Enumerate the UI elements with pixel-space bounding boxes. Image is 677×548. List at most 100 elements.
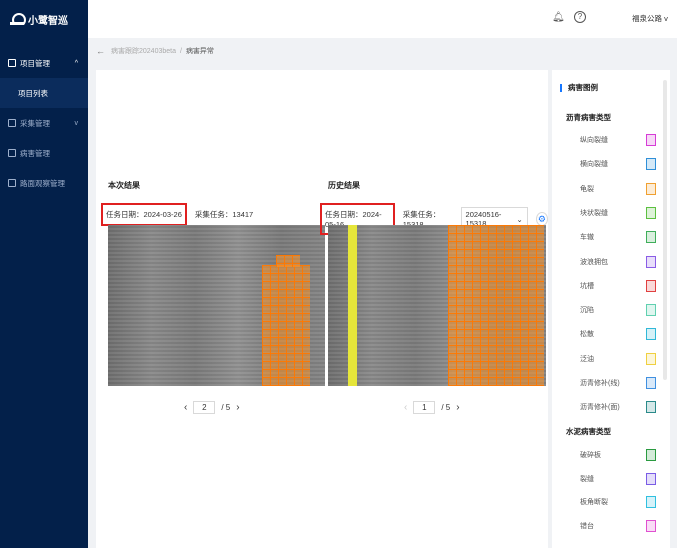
legend-item-label: 横向裂缝 xyxy=(580,161,608,169)
app-logo: 小鹭智巡 xyxy=(0,0,88,38)
history-result-title: 历史结果 xyxy=(328,181,360,190)
settings-icon[interactable]: ⚙ xyxy=(535,212,548,226)
comparison-panel: 本次结果 任务日期：2024-03-26 采集任务：13417 ‹ 2 / 5 … xyxy=(96,70,548,548)
legend-swatch-icon xyxy=(646,279,656,292)
legend-item-label: 纵向裂缝 xyxy=(580,137,608,144)
bell-icon[interactable]: 🔔︎ xyxy=(552,12,565,23)
legend-scrollbar[interactable] xyxy=(663,80,667,380)
legend-item: 松散 xyxy=(580,328,656,341)
legend-item-label: 裂缝 xyxy=(580,475,594,483)
legend-item: 车辙 xyxy=(580,231,656,244)
document-icon xyxy=(8,179,16,187)
current-result-title: 本次结果 xyxy=(108,181,140,190)
legend-swatch-icon xyxy=(646,231,656,244)
sidebar-item-project-list[interactable]: 项目列表 xyxy=(0,78,88,108)
legend-swatch-icon xyxy=(646,401,656,414)
defect-overlay[interactable] xyxy=(276,255,300,267)
legend-swatch-icon xyxy=(646,134,656,146)
current-page-total: / 5 xyxy=(221,403,231,412)
sidebar-item-project-management[interactable]: 项目管理 ^ xyxy=(0,48,88,78)
defect-overlay[interactable] xyxy=(262,265,310,386)
legend-item: 沥青修补(面) xyxy=(580,401,656,414)
legend-item: 横向裂缝 xyxy=(580,158,656,171)
sidebar-item-label: 项目管理 xyxy=(20,58,50,68)
legend-item-label: 泛油 xyxy=(580,355,594,363)
legend-item: 板角断裂 xyxy=(580,496,656,508)
sidebar-item-label: 采集管理 xyxy=(20,118,50,128)
chevron-up-icon: ^ xyxy=(74,59,78,67)
legend-swatch-icon xyxy=(646,182,656,195)
breadcrumb: ← 病害跟踪202403beta / 病害异常 xyxy=(96,46,214,56)
current-page-input[interactable]: 2 xyxy=(193,401,216,414)
legend-item: 块状裂缝 xyxy=(580,206,656,219)
legend-swatch-icon xyxy=(646,304,656,317)
defect-overlay[interactable] xyxy=(448,225,544,386)
legend-title: 病害图例 xyxy=(560,84,598,92)
chevron-down-icon: ⌄ xyxy=(516,214,523,224)
legend-item-label: 破碎板 xyxy=(580,452,601,459)
legend-item-label: 车辙 xyxy=(580,234,594,242)
help-icon[interactable]: ? xyxy=(574,11,586,23)
legend-group-cement: 水泥病害类型 xyxy=(566,427,611,436)
sidebar-item-road-observation[interactable]: 路面观察管理 xyxy=(0,168,88,198)
sidebar: 小鹭智巡 项目管理 ^ 项目列表 采集管理 v 病害管理 路面观察管理 xyxy=(0,0,88,548)
legend-item: 错台 xyxy=(580,519,656,532)
current-result-meta: 任务日期：2024-03-26 采集任务：13417 xyxy=(101,203,253,226)
legend-swatch-icon xyxy=(646,519,656,532)
history-page-input[interactable]: 1 xyxy=(413,401,436,414)
legend-item: 纵向裂缝 xyxy=(580,134,656,146)
top-bar: 🔔︎ ? 福泉公路 v xyxy=(88,0,677,38)
breadcrumb-parent[interactable]: 病害跟踪202403beta xyxy=(111,46,176,56)
current-task-id: 采集任务：13417 xyxy=(194,210,254,219)
legend-swatch-icon xyxy=(646,449,656,461)
history-pager: ‹ 1 / 5 › xyxy=(404,401,460,414)
sidebar-item-label: 路面观察管理 xyxy=(20,178,65,188)
legend-item-label: 板角断裂 xyxy=(580,499,608,506)
legend-item-label: 沥青修补(面) xyxy=(580,404,620,412)
prev-page-icon[interactable]: ‹ xyxy=(404,402,407,413)
legend-item-label: 沉陷 xyxy=(580,307,594,315)
current-road-image xyxy=(108,225,325,386)
legend-panel: 病害图例 沥青病害类型 纵向裂缝横向裂缝龟裂块状裂缝车辙波浪拥包坑槽沉陷松散泛油… xyxy=(552,70,670,548)
user-menu[interactable]: 福泉公路 v xyxy=(632,13,668,24)
history-road-image xyxy=(328,225,546,386)
legend-item: 波浪拥包 xyxy=(580,255,656,268)
back-arrow-icon[interactable]: ← xyxy=(96,46,105,56)
legend-swatch-icon xyxy=(646,328,656,341)
sidebar-item-collection-management[interactable]: 采集管理 v xyxy=(0,108,88,138)
legend-item-label: 沥青修补(线) xyxy=(580,380,620,387)
legend-swatch-icon xyxy=(646,496,656,508)
legend-swatch-icon xyxy=(646,255,656,268)
list-icon xyxy=(8,119,16,127)
sidebar-item-defect-management[interactable]: 病害管理 xyxy=(0,138,88,168)
chevron-down-icon: v xyxy=(74,119,79,127)
legend-item: 沥青修补(线) xyxy=(580,377,656,389)
legend-swatch-icon xyxy=(646,377,656,389)
breadcrumb-current: 病害异常 xyxy=(185,48,214,55)
grid-icon xyxy=(8,149,16,157)
sidebar-item-label: 项目列表 xyxy=(18,88,48,98)
prev-page-icon[interactable]: ‹ xyxy=(184,402,187,413)
lane-marking xyxy=(348,225,357,386)
legend-swatch-icon xyxy=(646,472,656,485)
next-page-icon[interactable]: › xyxy=(236,402,239,413)
legend-swatch-icon xyxy=(646,352,656,365)
legend-item-label: 错台 xyxy=(580,522,594,530)
logo-icon xyxy=(10,13,26,27)
legend-group-asphalt: 沥青病害类型 xyxy=(566,113,611,122)
legend-item-label: 波浪拥包 xyxy=(580,258,608,266)
sidebar-item-label: 病害管理 xyxy=(20,148,50,158)
next-page-icon[interactable]: › xyxy=(456,402,459,413)
history-page-total: / 5 xyxy=(441,403,451,412)
legend-item-label: 块状裂缝 xyxy=(580,209,608,217)
legend-item: 龟裂 xyxy=(580,182,656,195)
breadcrumb-separator: / xyxy=(179,47,182,55)
legend-item: 裂缝 xyxy=(580,472,656,485)
legend-item-label: 松散 xyxy=(580,331,594,339)
legend-item: 泛油 xyxy=(580,352,656,365)
legend-item-label: 坑槽 xyxy=(580,282,594,290)
legend-item-label: 龟裂 xyxy=(580,185,594,193)
folder-icon xyxy=(8,59,16,67)
legend-item: 坑槽 xyxy=(580,279,656,292)
legend-swatch-icon xyxy=(646,206,656,219)
